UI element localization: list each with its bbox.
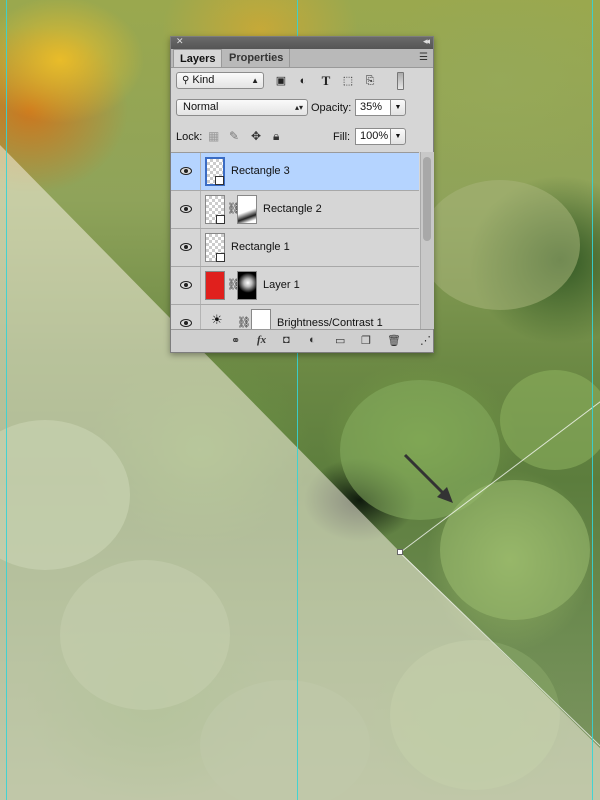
vector-shape-badge-icon xyxy=(216,253,225,262)
anchor-point[interactable] xyxy=(397,549,403,555)
lock-image-pixels-icon[interactable]: ✎ xyxy=(229,129,239,143)
filter-row: ⚲ Kind ▲ ▣ ◐ T ⬚ ⎘ xyxy=(171,71,433,91)
layers-list: Rectangle 3 ⛓︎ Rectangle 2 Rectangle 1 ⛓… xyxy=(171,152,419,330)
layer-row[interactable]: Rectangle 3 xyxy=(171,153,419,191)
vector-shape-badge-icon xyxy=(216,215,225,224)
column-divider xyxy=(200,267,201,304)
new-group-icon[interactable]: ▭ xyxy=(335,334,345,347)
eye-icon[interactable] xyxy=(180,279,192,291)
panel-menu-icon[interactable]: ☰ xyxy=(419,52,428,63)
add-mask-icon[interactable]: ◘ xyxy=(283,334,290,346)
link-chain-icon[interactable]: ⛓︎ xyxy=(237,316,251,329)
opacity-field[interactable]: 35% xyxy=(355,99,391,116)
layer-row[interactable]: ⛓︎ Rectangle 2 xyxy=(171,191,419,229)
link-layers-icon[interactable]: ⚭ xyxy=(231,334,240,347)
layer-row[interactable]: Rectangle 1 xyxy=(171,229,419,267)
scrollbar-thumb[interactable] xyxy=(423,157,431,241)
mask-thumbnail[interactable] xyxy=(237,195,257,224)
lock-label: Lock: xyxy=(176,131,203,143)
smart-object-filter-icon[interactable]: ⎘ xyxy=(363,74,377,88)
fill-field[interactable]: 100% xyxy=(355,128,391,145)
mask-thumbnail[interactable] xyxy=(237,271,257,300)
layer-name: Rectangle 2 xyxy=(263,203,322,215)
trash-icon[interactable]: 🗑︎ xyxy=(387,334,401,347)
fx-icon[interactable]: fx xyxy=(257,334,266,346)
lock-row: Lock: ▦ ✎ ✥ 🔒︎ Fill: 100% ▼ xyxy=(171,127,433,147)
guide-line[interactable] xyxy=(6,0,7,800)
panel-tabs: Layers Properties ☰ xyxy=(171,49,433,68)
layer-row[interactable]: ⛓︎ Layer 1 xyxy=(171,267,419,305)
lock-position-icon[interactable]: ✥ xyxy=(251,129,261,143)
layer-thumbnail[interactable] xyxy=(205,233,225,262)
blend-row: Normal ▴▾ Opacity: 35% ▼ xyxy=(171,98,433,118)
layers-panel: ✕ ◂◂ Layers Properties ☰ ⚲ Kind ▲ ▣ ◐ T … xyxy=(170,36,434,353)
blend-mode-value: Normal xyxy=(183,101,219,113)
opacity-slider-button[interactable]: ▼ xyxy=(390,99,406,116)
blend-mode-select[interactable]: Normal ▴▾ xyxy=(176,99,308,116)
arrow-annotation-icon xyxy=(403,453,453,503)
eye-icon[interactable] xyxy=(180,203,192,215)
brightness-contrast-icon[interactable]: ☀ xyxy=(211,312,223,328)
column-divider xyxy=(200,153,201,190)
layer-name: Brightness/Contrast 1 xyxy=(277,317,383,329)
eye-icon[interactable] xyxy=(180,241,192,253)
layer-name: Rectangle 3 xyxy=(231,165,290,177)
eye-icon[interactable] xyxy=(180,317,192,329)
mask-thumbnail[interactable] xyxy=(251,309,271,330)
new-layer-icon[interactable]: ❐ xyxy=(361,334,371,347)
tab-properties[interactable]: Properties xyxy=(223,49,291,67)
column-divider xyxy=(200,229,201,266)
vector-shape-badge-icon xyxy=(215,176,224,185)
opacity-label: Opacity: xyxy=(311,102,352,114)
collapse-icon[interactable]: ◂◂ xyxy=(423,36,430,47)
filter-kind-value: Kind xyxy=(192,74,215,86)
clover-leaf xyxy=(420,180,580,310)
new-adjustment-icon[interactable]: ◐ xyxy=(309,334,316,346)
image-filter-icon[interactable]: ▣ xyxy=(274,74,288,88)
adjustment-filter-icon[interactable]: ◐ xyxy=(296,74,310,88)
lock-all-icon[interactable]: 🔒︎ xyxy=(273,129,279,144)
layers-scrollbar[interactable] xyxy=(420,152,434,329)
panel-footer: ⚭ fx ◘ ◐ ▭ ❐ 🗑︎ ⋰ xyxy=(171,329,433,352)
resize-grip-icon[interactable]: ⋰ xyxy=(420,334,431,350)
dropdown-arrow-icon: ▲ xyxy=(251,76,259,85)
type-filter-icon[interactable]: T xyxy=(319,74,333,88)
column-divider xyxy=(200,191,201,228)
layer-name: Layer 1 xyxy=(263,279,300,291)
eye-icon[interactable] xyxy=(180,165,192,177)
layer-row[interactable]: ☀ ⛓︎ Brightness/Contrast 1 xyxy=(171,305,419,330)
lock-transparent-pixels-icon[interactable]: ▦ xyxy=(208,129,219,143)
column-divider xyxy=(200,305,201,330)
layer-name: Rectangle 1 xyxy=(231,241,290,253)
shape-filter-icon[interactable]: ⬚ xyxy=(341,74,355,88)
filter-kind-select[interactable]: ⚲ Kind ▲ xyxy=(176,72,264,89)
guide-line[interactable] xyxy=(592,0,593,800)
close-icon[interactable]: ✕ xyxy=(176,36,184,47)
fill-label: Fill: xyxy=(333,131,351,143)
search-icon: ⚲ xyxy=(182,75,190,86)
tab-layers[interactable]: Layers xyxy=(173,49,223,67)
dropdown-arrow-icon: ▴▾ xyxy=(294,103,303,112)
clover-leaf xyxy=(500,370,600,470)
layer-thumbnail[interactable] xyxy=(205,195,225,224)
layer-thumbnail[interactable] xyxy=(205,157,225,186)
filter-toggle-switch[interactable] xyxy=(397,72,404,90)
layer-thumbnail[interactable] xyxy=(205,271,225,300)
panel-title-bar[interactable]: ✕ ◂◂ xyxy=(171,36,433,49)
fill-slider-button[interactable]: ▼ xyxy=(390,128,406,145)
